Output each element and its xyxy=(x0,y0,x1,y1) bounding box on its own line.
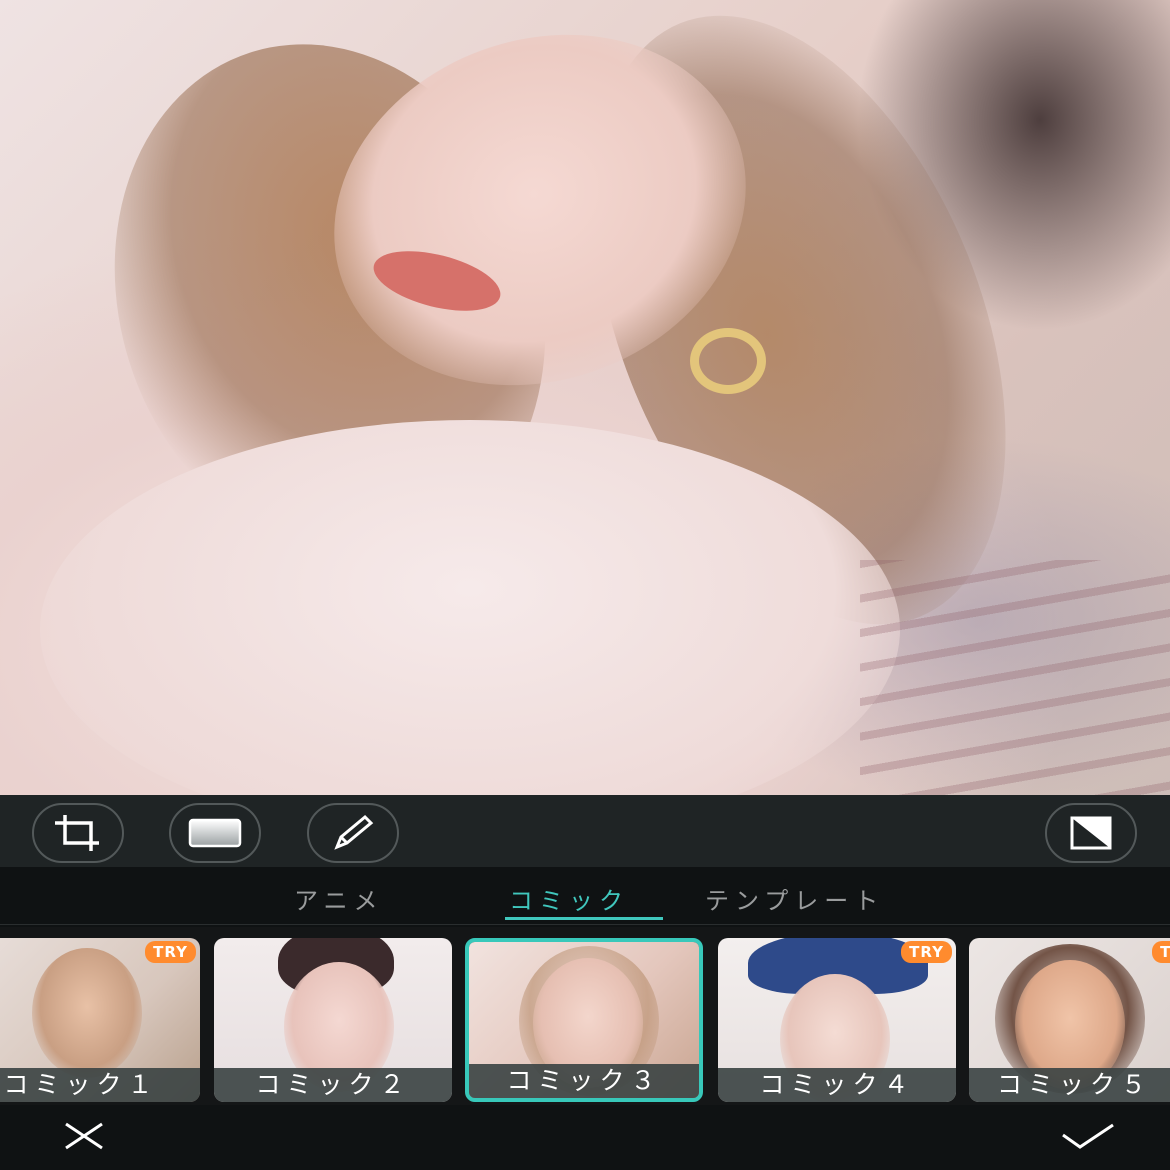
style-thumb-comic-4[interactable]: TRY コミック４ xyxy=(718,938,956,1102)
checkmark-icon xyxy=(1060,1121,1116,1155)
crop-button[interactable] xyxy=(32,803,124,863)
compare-button[interactable] xyxy=(1045,803,1137,863)
style-label: コミック４ xyxy=(718,1068,956,1102)
confirm-button[interactable] xyxy=(1058,1113,1118,1163)
draw-button[interactable] xyxy=(307,803,399,863)
close-icon xyxy=(62,1121,106,1155)
try-badge: TRY xyxy=(901,941,952,963)
tabs-divider xyxy=(0,924,1170,925)
style-thumbnail-strip: TRY コミック１ コミック２ コミック３ TRY コミック４ TRY コミック… xyxy=(0,935,1170,1105)
try-badge: TRY xyxy=(1152,941,1170,963)
pencil-icon xyxy=(331,813,375,853)
compare-icon xyxy=(1069,815,1113,851)
style-label: コミック２ xyxy=(214,1068,452,1102)
crop-icon xyxy=(51,813,105,853)
rectangle-icon xyxy=(188,818,242,848)
tab-template[interactable]: テンプレート xyxy=(705,881,884,916)
style-label: コミック３ xyxy=(469,1064,699,1098)
edit-toolbar xyxy=(0,795,1170,867)
bottom-action-bar xyxy=(0,1105,1170,1170)
style-label: コミック５ xyxy=(969,1068,1170,1102)
style-thumb-comic-2[interactable]: コミック２ xyxy=(214,938,452,1102)
try-badge: TRY xyxy=(145,941,196,963)
cancel-button[interactable] xyxy=(54,1113,114,1163)
style-label: コミック１ xyxy=(0,1068,200,1102)
active-tab-indicator xyxy=(505,917,663,920)
tab-comic[interactable]: コミック xyxy=(509,881,629,916)
style-category-tabs: アニメ コミック テンプレート xyxy=(0,867,1170,927)
style-thumb-comic-1[interactable]: TRY コミック１ xyxy=(0,938,200,1102)
photo-earring xyxy=(690,328,766,394)
photo-canvas xyxy=(0,0,1170,795)
tab-anime[interactable]: アニメ xyxy=(294,881,384,916)
style-thumb-comic-3[interactable]: コミック３ xyxy=(465,938,703,1102)
photo-background-shelves xyxy=(860,560,1170,795)
style-thumb-comic-5[interactable]: TRY コミック５ xyxy=(969,938,1170,1102)
frame-button[interactable] xyxy=(169,803,261,863)
